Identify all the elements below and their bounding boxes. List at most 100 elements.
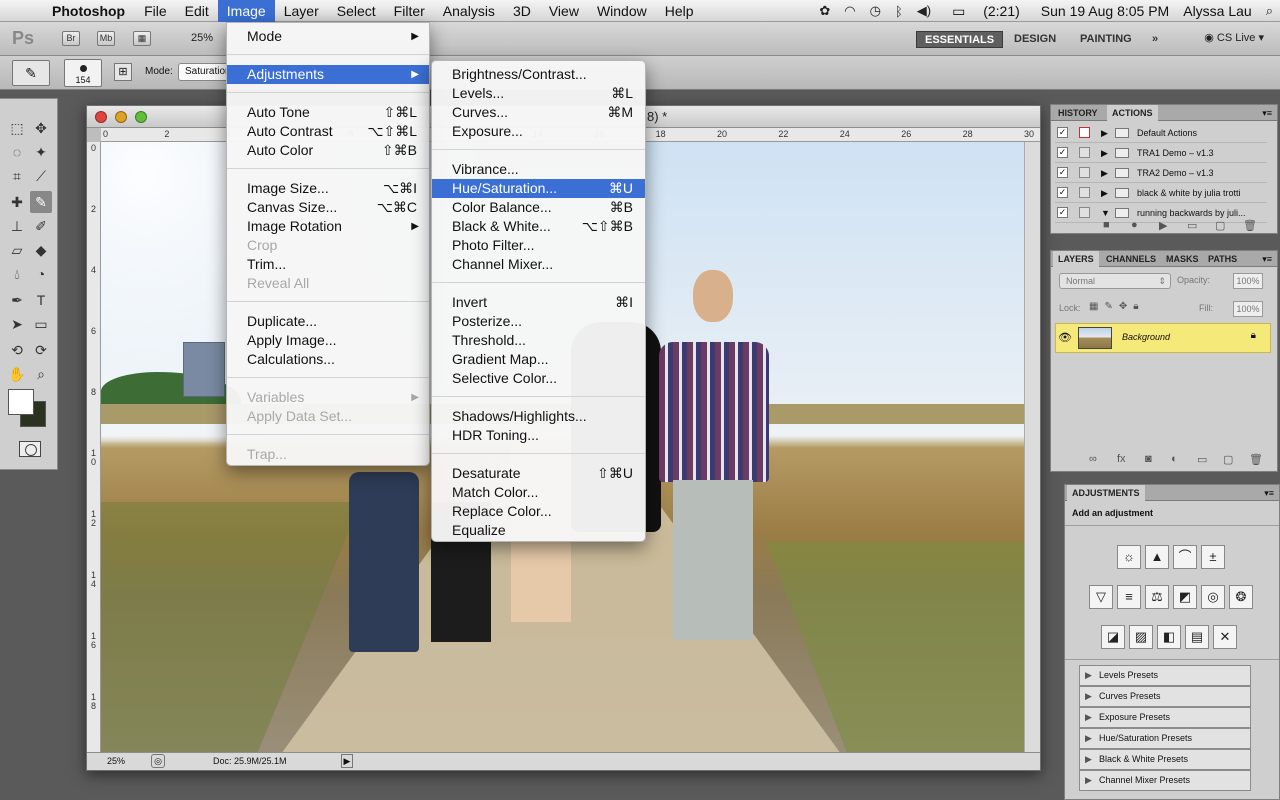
clone-stamp-tool-icon[interactable]: ⊥ (6, 215, 28, 237)
crop-tool-icon[interactable]: ⌗ (6, 165, 28, 187)
tab-layers[interactable]: LAYERS (1053, 251, 1099, 267)
adjustments-item-vibrance[interactable]: Vibrance... (432, 160, 645, 179)
menubar-user[interactable]: Alyssa Lau (1176, 3, 1258, 19)
image-menu-item-apply-image[interactable]: Apply Image... (227, 331, 429, 350)
zoom-window-button[interactable] (135, 111, 147, 123)
disclosure-triangle-icon[interactable]: ▶ (1085, 666, 1092, 685)
menu-filter[interactable]: Filter (385, 0, 434, 22)
fill-field[interactable]: 100% (1233, 301, 1263, 317)
vertical-scrollbar[interactable] (1024, 142, 1040, 754)
menu-edit[interactable]: Edit (176, 0, 218, 22)
workspace-essentials[interactable]: ESSENTIALS (916, 31, 1004, 48)
preset-row-levels-presets[interactable]: ▶ Levels Presets (1079, 665, 1251, 686)
menu-image[interactable]: Image (217, 0, 275, 22)
panel-menu-icon[interactable]: ▾≡ (1262, 251, 1272, 267)
disclosure-triangle-icon[interactable]: ▶ (1101, 123, 1108, 143)
pen-tool-icon[interactable]: ✒ (6, 289, 28, 311)
zoom-level-select[interactable]: 25% (191, 32, 213, 44)
adjustments-item-exposure[interactable]: Exposure... (432, 122, 645, 141)
toggle-brush-panel-button[interactable]: ⊞ (114, 63, 132, 81)
tab-actions[interactable]: ACTIONS (1107, 105, 1158, 121)
lock-all-icon[interactable]: 🔒︎ (1133, 301, 1144, 312)
disclosure-triangle-icon[interactable]: ▶ (1101, 183, 1108, 203)
action-set-row[interactable]: ✓ ▶ TRA1 Demo – v1.3 (1055, 143, 1267, 163)
adjustments-item-gradient-map[interactable]: Gradient Map... (432, 350, 645, 369)
action-set-row[interactable]: ✓ ▶ TRA2 Demo – v1.3 (1055, 163, 1267, 183)
adjustments-item-desaturate[interactable]: Desaturate ⇧⌘U (432, 464, 645, 483)
adjustments-item-threshold[interactable]: Threshold... (432, 331, 645, 350)
paint-bucket-tool-icon[interactable]: ◆ (30, 239, 52, 261)
disclosure-triangle-icon[interactable]: ▶ (1085, 750, 1092, 769)
black-white-icon[interactable]: ◩ (1173, 585, 1197, 609)
preset-row-hue-saturation-presets[interactable]: ▶ Hue/Saturation Presets (1079, 728, 1251, 749)
adjustments-item-posterize[interactable]: Posterize... (432, 312, 645, 331)
action-enabled-checkbox[interactable]: ✓ (1057, 127, 1068, 138)
image-menu-item-duplicate[interactable]: Duplicate... (227, 312, 429, 331)
lock-buttons[interactable]: ▦✎✥🔒︎ (1089, 301, 1145, 312)
menu-file[interactable]: File (135, 0, 176, 22)
workspace-painting[interactable]: PAINTING (1072, 31, 1140, 48)
adjustments-item-curves[interactable]: Curves... ⌘M (432, 103, 645, 122)
adjustments-item-hdr-toning[interactable]: HDR Toning... (432, 426, 645, 445)
photo-filter-icon[interactable]: ◎ (1201, 585, 1225, 609)
eraser-tool-icon[interactable]: ▱ (6, 239, 28, 261)
layer-style-icon[interactable]: fx (1117, 453, 1126, 465)
3d-orbit-tool-icon[interactable]: ⟳ (30, 339, 52, 361)
view-extras-button[interactable]: ▦ (133, 31, 151, 46)
quick-selection-tool-icon[interactable]: ✦ (30, 141, 52, 163)
brush-preset-picker[interactable]: 154 (64, 59, 102, 87)
image-menu-item-mode[interactable]: Mode ▶ (227, 27, 429, 46)
marquee-tool-icon[interactable]: ⬚ (6, 117, 28, 139)
new-set-icon[interactable]: ▭ (1187, 219, 1197, 232)
delete-layer-icon[interactable]: 🗑︎ (1249, 453, 1263, 466)
path-selection-tool-icon[interactable]: ➤ (6, 313, 28, 335)
launch-mini-bridge-button[interactable]: Mb (97, 31, 115, 46)
menu-analysis[interactable]: Analysis (434, 0, 504, 22)
image-menu-item-auto-tone[interactable]: Auto Tone ⇧⌘L (227, 103, 429, 122)
lock-position-icon[interactable]: ✥ (1119, 301, 1133, 312)
menu-3d[interactable]: 3D (504, 0, 540, 22)
more-workspaces-button[interactable]: » (1144, 31, 1166, 48)
volume-icon[interactable]: ◀) (910, 3, 938, 19)
record-icon[interactable]: ● (1131, 219, 1138, 231)
battery-status[interactable]: ▭ (2:21) (938, 3, 1034, 20)
color-balance-icon[interactable]: ⚖ (1145, 585, 1169, 609)
lock-transparent-icon[interactable]: ▦ (1089, 301, 1104, 312)
stop-icon[interactable]: ■ (1103, 219, 1110, 231)
new-layer-icon[interactable]: ▢ (1223, 453, 1233, 466)
threshold-icon[interactable]: ◧ (1157, 625, 1181, 649)
hue-saturation-icon[interactable]: ≡ (1117, 585, 1141, 609)
disclosure-triangle-icon[interactable]: ▶ (1085, 708, 1092, 727)
foreground-color-swatch[interactable] (8, 389, 34, 415)
image-menu-item-trim[interactable]: Trim... (227, 255, 429, 274)
image-menu-item-image-size[interactable]: Image Size... ⌥⌘I (227, 179, 429, 198)
panel-menu-icon[interactable]: ▾≡ (1264, 485, 1274, 501)
hand-tool-icon[interactable]: ✋ (6, 363, 28, 385)
blur-tool-icon[interactable]: 💧︎ (6, 263, 28, 285)
tab-masks[interactable]: MASKS (1161, 251, 1204, 267)
menu-view[interactable]: View (540, 0, 588, 22)
healing-brush-tool-icon[interactable]: ✚ (6, 191, 28, 213)
wifi-icon[interactable]: ◠ (837, 3, 862, 19)
opacity-field[interactable]: 100% (1233, 273, 1263, 289)
time-machine-icon[interactable]: ◷ (863, 3, 888, 19)
disclosure-triangle-icon[interactable]: ▶ (1085, 687, 1092, 706)
close-window-button[interactable] (95, 111, 107, 123)
tab-paths[interactable]: PATHS (1203, 251, 1242, 267)
lock-image-icon[interactable]: ✎ (1104, 301, 1118, 312)
panel-menu-icon[interactable]: ▾≡ (1262, 105, 1272, 121)
image-menu-item-auto-color[interactable]: Auto Color ⇧⌘B (227, 141, 429, 160)
cs-live-button[interactable]: ◉ CS Live ▾ (1204, 31, 1264, 44)
tab-channels[interactable]: CHANNELS (1101, 251, 1161, 267)
zoom-tool-icon[interactable]: ⌕ (30, 363, 52, 385)
disclosure-triangle-icon[interactable]: ▶ (1101, 163, 1108, 183)
disclosure-triangle-icon[interactable]: ▶ (1085, 771, 1092, 790)
image-menu-item-auto-contrast[interactable]: Auto Contrast ⌥⇧⌘L (227, 122, 429, 141)
preset-row-channel-mixer-presets[interactable]: ▶ Channel Mixer Presets (1079, 770, 1251, 791)
preset-row-black-white-presets[interactable]: ▶ Black & White Presets (1079, 749, 1251, 770)
adjustments-item-replace-color[interactable]: Replace Color... (432, 502, 645, 521)
action-enabled-checkbox[interactable]: ✓ (1057, 167, 1068, 178)
color-replacement-tool-icon[interactable]: ✎ (30, 191, 52, 213)
layer-row-background[interactable]: 👁︎ Background 🔒︎ (1055, 323, 1271, 353)
adjustments-item-color-balance[interactable]: Color Balance... ⌘B (432, 198, 645, 217)
